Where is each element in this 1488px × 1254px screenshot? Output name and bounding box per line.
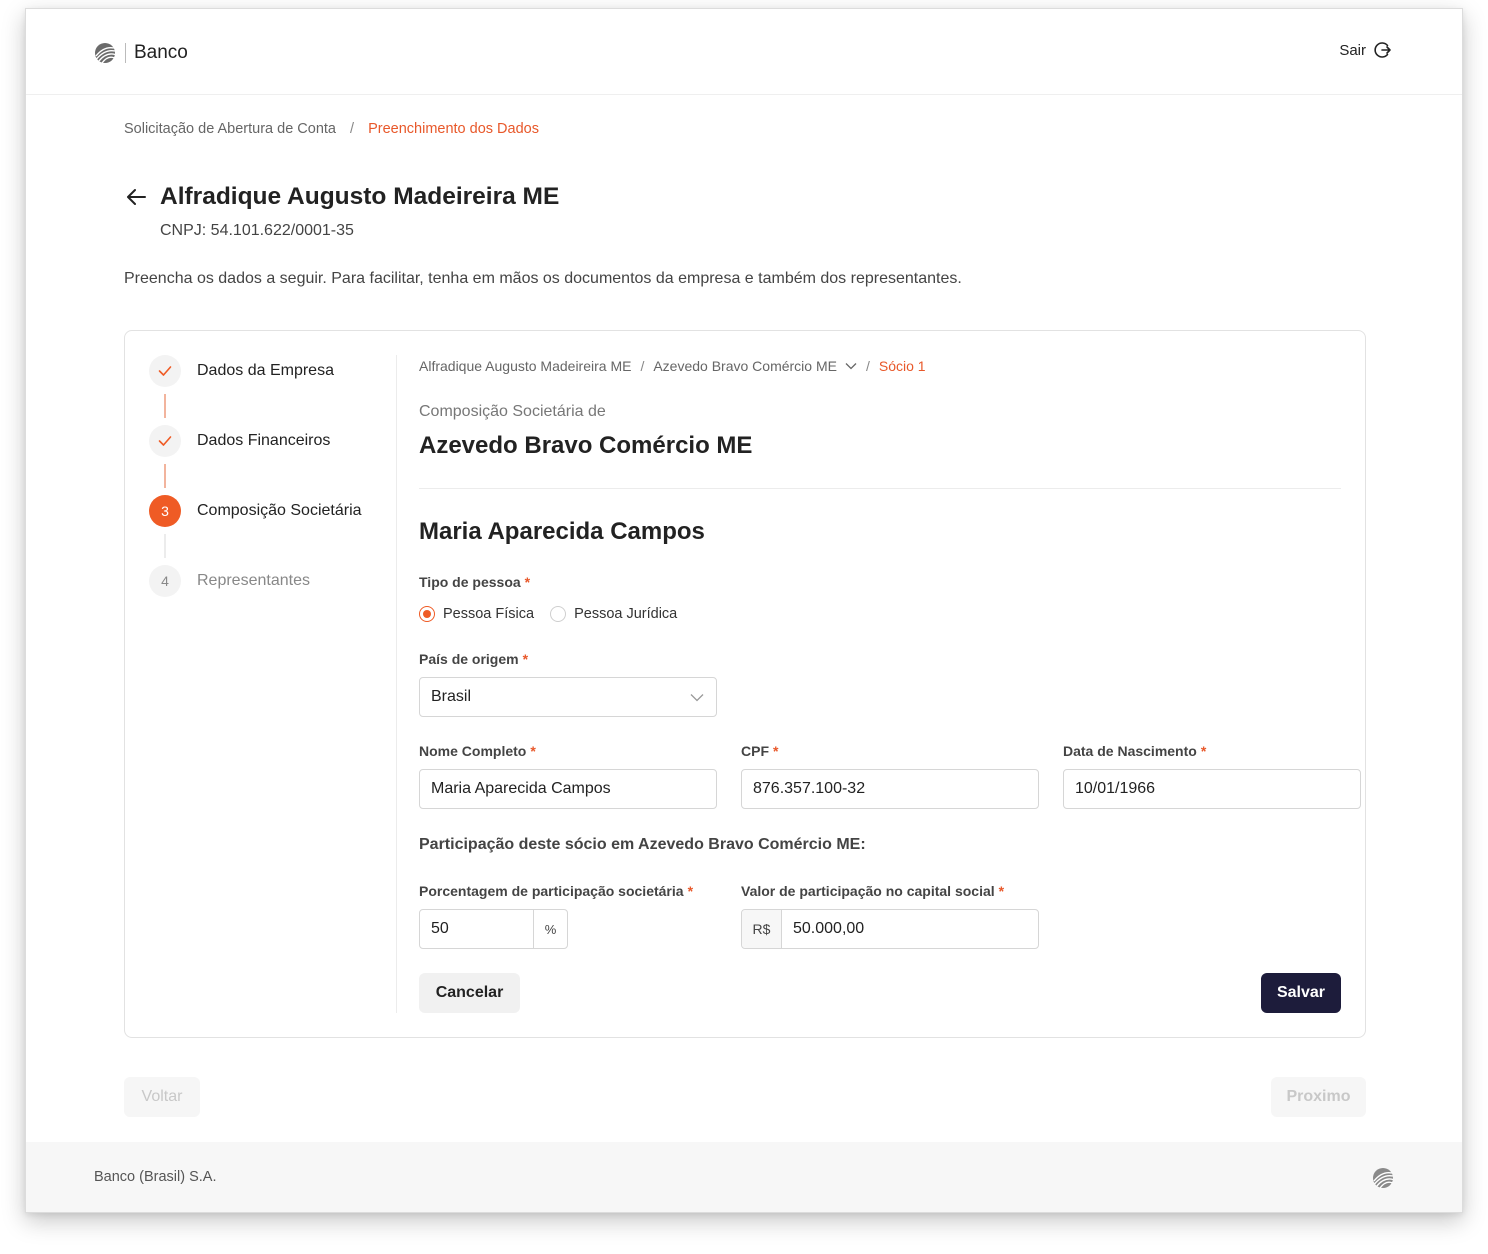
cpf-input[interactable]: 876.357.100-32 <box>741 769 1039 809</box>
breadcrumb-separator: / <box>350 121 355 137</box>
full-name-label: Nome Completo * <box>419 743 536 759</box>
capital-label: Valor de participação no capital social * <box>741 883 1005 899</box>
country-label: País de origem * <box>419 651 529 667</box>
footer: Banco (Brasil) S.A. <box>26 1142 1462 1212</box>
logout-button[interactable]: Sair <box>1339 41 1392 59</box>
top-bar: Banco Sair <box>26 9 1462 95</box>
capital-value: 50.000,00 <box>793 920 865 937</box>
form-card: Dados da Empresa Dados Financeiros 3 Com… <box>124 330 1366 1038</box>
percentage-value: 50 <box>431 920 449 937</box>
chevron-down-icon <box>690 693 704 702</box>
breadcrumb-item-current: Preenchimento dos Dados <box>368 121 539 137</box>
company-cnpj: CNPJ: 54.101.622/0001-35 <box>160 222 354 239</box>
inner-breadcrumb-item[interactable]: Alfradique Augusto Madeireira ME <box>419 358 631 374</box>
currency-prefix: R$ <box>742 910 782 948</box>
next-button[interactable]: Proximo <box>1271 1077 1366 1117</box>
step-connector <box>164 534 166 558</box>
radio-indicator <box>550 606 567 622</box>
step-label: Representantes <box>197 572 310 589</box>
step-financial-data[interactable]: Dados Financeiros <box>149 425 330 457</box>
participation-heading: Participação deste sócio em Azevedo Brav… <box>419 836 866 853</box>
step-number-badge: 4 <box>149 565 181 597</box>
check-icon <box>158 366 172 376</box>
partner-heading: Maria Aparecida Campos <box>419 518 705 545</box>
save-button[interactable]: Salvar <box>1261 973 1341 1013</box>
full-name-input[interactable]: Maria Aparecida Campos <box>419 769 717 809</box>
breadcrumb: Solicitação de Abertura de Conta / Preen… <box>124 121 539 137</box>
cpf-label: CPF * <box>741 743 779 759</box>
bank-logo-icon <box>95 43 116 64</box>
person-type-label: Tipo de pessoa * <box>419 574 531 590</box>
radio-label: Pessoa Jurídica <box>574 606 678 622</box>
app-window: Banco Sair Solicitação de Abertura de Co… <box>25 8 1463 1213</box>
step-label: Composição Societária <box>197 502 362 519</box>
percentage-input[interactable]: 50 % <box>419 909 568 949</box>
step-done-badge <box>149 425 181 457</box>
breadcrumb-item-request[interactable]: Solicitação de Abertura de Conta <box>124 121 336 137</box>
back-arrow-icon[interactable] <box>125 187 147 207</box>
intro-text: Preencha os dados a seguir. Para facilit… <box>124 270 962 287</box>
back-button[interactable]: Voltar <box>124 1077 200 1117</box>
birth-date-label: Data de Nascimento * <box>1063 743 1207 759</box>
logout-icon <box>1374 42 1391 58</box>
stepper-divider <box>396 355 397 1013</box>
country-select[interactable]: Brasil <box>419 677 717 717</box>
step-connector <box>164 464 166 488</box>
company-heading: Azevedo Bravo Comércio ME <box>419 432 753 459</box>
percentage-label: Porcentagem de participação societária * <box>419 883 694 899</box>
inner-breadcrumb: Alfradique Augusto Madeireira ME / Azeve… <box>419 358 926 374</box>
chevron-down-icon[interactable] <box>845 362 857 370</box>
page-title: Alfradique Augusto Madeireira ME <box>160 183 560 210</box>
person-type-radio-group: Pessoa Física Pessoa Jurídica <box>419 606 693 622</box>
section-divider <box>419 488 1341 489</box>
footer-company: Banco (Brasil) S.A. <box>94 1169 217 1185</box>
step-representatives[interactable]: 4 Representantes <box>149 565 310 597</box>
section-subheading: Composição Societária de <box>419 403 606 420</box>
step-done-badge <box>149 355 181 387</box>
step-connector <box>164 394 166 418</box>
breadcrumb-separator: / <box>640 358 645 374</box>
radio-pessoa-juridica[interactable]: Pessoa Jurídica <box>550 606 677 622</box>
birth-date-value: 10/01/1966 <box>1075 780 1156 797</box>
brand-name: Banco <box>134 42 188 63</box>
percent-suffix: % <box>533 910 567 948</box>
cpf-value: 876.357.100-32 <box>753 780 866 797</box>
radio-label: Pessoa Física <box>443 606 535 622</box>
country-value: Brasil <box>431 688 472 705</box>
step-label: Dados Financeiros <box>197 432 331 449</box>
capital-input[interactable]: R$ 50.000,00 <box>741 909 1039 949</box>
step-label: Dados da Empresa <box>197 362 334 379</box>
step-company-data[interactable]: Dados da Empresa <box>149 355 334 387</box>
birth-date-input[interactable]: 10/01/1966 <box>1063 769 1361 809</box>
radio-pessoa-fisica[interactable]: Pessoa Física <box>419 606 534 622</box>
brand-divider <box>125 43 126 63</box>
logout-label: Sair <box>1339 41 1366 59</box>
check-icon <box>158 436 172 446</box>
step-corporate-composition[interactable]: 3 Composição Societária <box>149 495 362 527</box>
bank-logo-icon <box>1373 1168 1394 1189</box>
full-name-value: Maria Aparecida Campos <box>431 780 611 797</box>
inner-breadcrumb-current: Sócio 1 <box>878 358 926 374</box>
step-number-badge: 3 <box>149 495 181 527</box>
breadcrumb-separator: / <box>865 358 870 374</box>
cancel-button[interactable]: Cancelar <box>419 973 520 1013</box>
inner-breadcrumb-item[interactable]: Azevedo Bravo Comércio ME <box>653 358 837 374</box>
radio-selected-indicator <box>419 606 435 622</box>
